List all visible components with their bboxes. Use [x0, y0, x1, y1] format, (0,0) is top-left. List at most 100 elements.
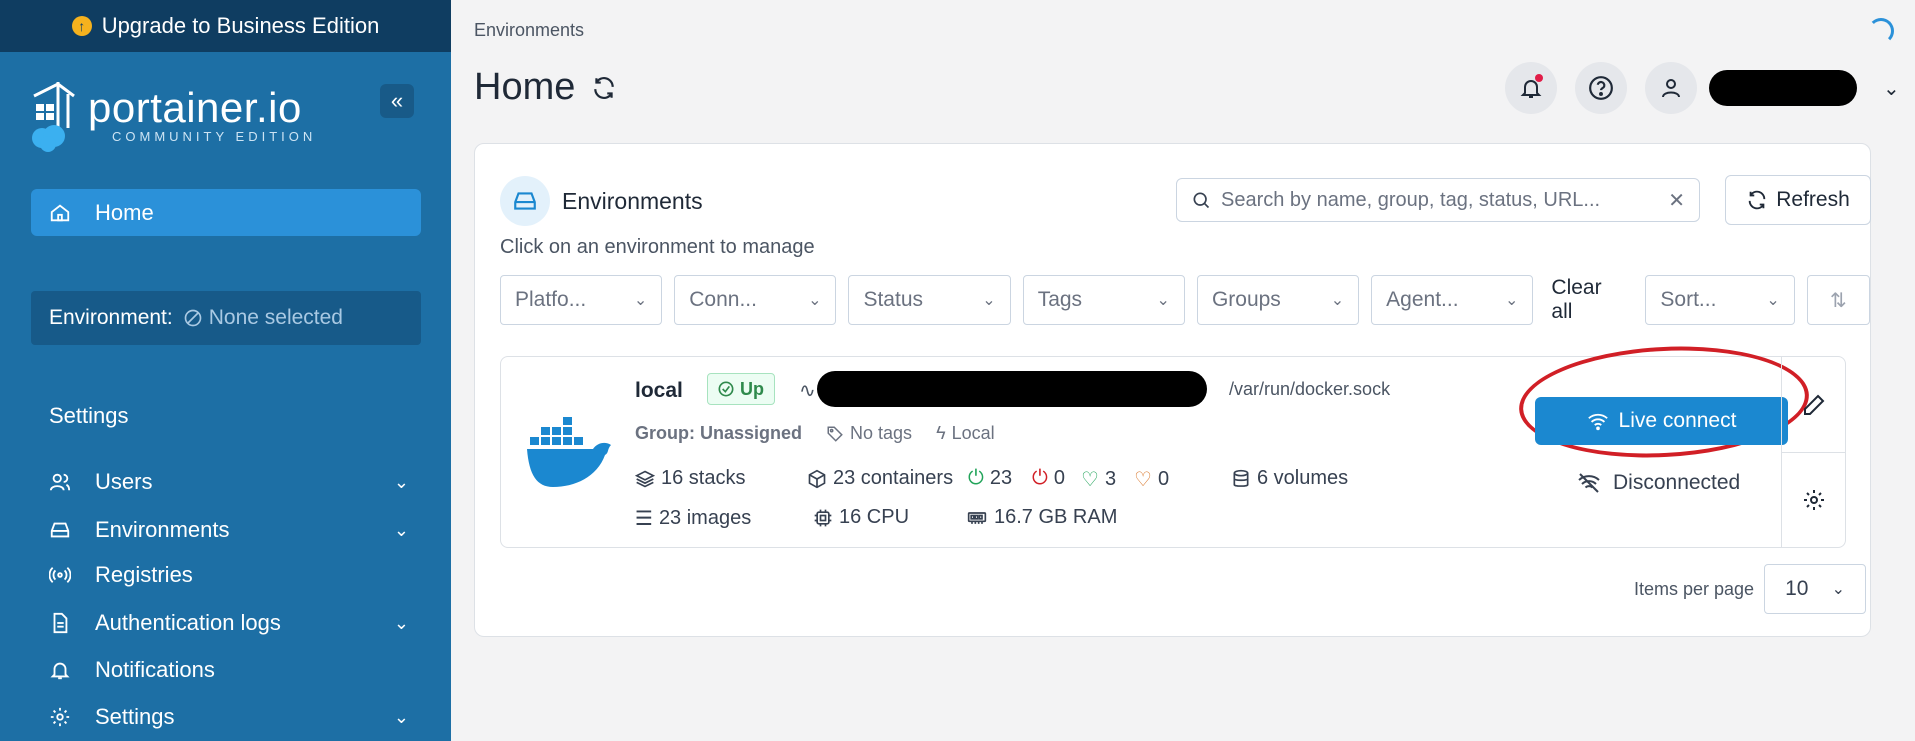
tags-filter[interactable]: Tags ⌄: [1022, 275, 1185, 325]
edit-environment-button[interactable]: [1782, 357, 1845, 452]
chevron-down-icon: ⌄: [808, 292, 822, 309]
collapse-sidebar-button[interactable]: «: [380, 84, 414, 118]
loading-spinner-icon: [1868, 18, 1894, 44]
sidebar-item-notifications[interactable]: Notifications: [49, 650, 409, 690]
search-placeholder: Search by name, group, tag, status, URL.…: [1221, 188, 1601, 211]
filter-label: Status: [863, 288, 924, 311]
layers-icon: [635, 470, 655, 487]
sidebar: ↑ Upgrade to Business Edition portainer.…: [0, 0, 451, 741]
environment-selector[interactable]: Environment: None selected: [31, 291, 421, 345]
agent-filter[interactable]: Agent... ⌄: [1371, 275, 1534, 325]
broadcast-icon: [49, 567, 71, 583]
sidebar-item-authentication-logs[interactable]: Authentication logs ⌄: [49, 603, 409, 643]
power-icon: ⏻: [968, 467, 984, 489]
bell-icon: [50, 662, 70, 680]
healthy-count: 3: [1104, 468, 1117, 490]
filter-label: Tags: [1037, 288, 1083, 311]
tags-info: No tags: [826, 423, 912, 444]
clear-search-icon[interactable]: ✕: [1668, 188, 1685, 213]
items-per-page-select[interactable]: 10 ⌄: [1764, 564, 1867, 614]
refresh-button[interactable]: Refresh: [1725, 175, 1871, 225]
sort-select[interactable]: Sort... ⌄: [1645, 275, 1795, 325]
environment-card[interactable]: local Up ∿ /var/run/docker.sock Group: U…: [500, 339, 1846, 548]
status-filter[interactable]: Status ⌄: [848, 275, 1011, 325]
status-badge: Up: [707, 373, 775, 405]
ban-icon: [184, 309, 202, 327]
chevron-down-icon[interactable]: ⌄: [394, 613, 409, 634]
help-circle-icon: [1589, 76, 1613, 100]
sort-direction-button[interactable]: ⇅: [1806, 275, 1871, 325]
sidebar-item-registries[interactable]: Registries: [49, 555, 409, 595]
chevron-down-icon: ⌄: [1156, 292, 1170, 309]
chevron-down-icon: ⌄: [1831, 581, 1846, 598]
platform-filter[interactable]: Platfo... ⌄: [500, 275, 663, 325]
sidebar-item-environments[interactable]: Environments ⌄: [49, 510, 409, 550]
sidebar-item-label: Registries: [95, 562, 193, 587]
page-title: Home: [474, 66, 617, 109]
notifications-button[interactable]: [1505, 62, 1557, 114]
portainer-logo[interactable]: portainer.io COMMUNITY EDITION: [28, 78, 316, 152]
sort-arrows-icon: ⇅: [1830, 289, 1847, 312]
stacks-count: 16 stacks: [661, 467, 746, 489]
refresh-label: Refresh: [1776, 188, 1850, 211]
double-chevron-left-icon: «: [390, 88, 404, 113]
live-connect-button[interactable]: Live connect: [1535, 397, 1788, 445]
users-icon: [49, 473, 71, 491]
stopped-count: 0: [1053, 467, 1065, 489]
page-title-text: Home: [474, 66, 576, 108]
status-text: Up: [740, 378, 764, 399]
connection-filter[interactable]: Conn... ⌄: [674, 275, 837, 325]
chevron-down-icon[interactable]: ⌄: [394, 707, 409, 728]
help-button[interactable]: [1575, 62, 1627, 114]
ram-stat: 16.7 GB RAM: [966, 506, 1117, 529]
breadcrumb[interactable]: Environments: [474, 20, 584, 41]
connection-status: Disconnected: [1577, 471, 1740, 495]
clear-all-button[interactable]: Clear all: [1551, 276, 1627, 324]
images-count: 23 images: [658, 507, 752, 529]
environment-settings-button[interactable]: [1782, 452, 1845, 547]
sidebar-item-home[interactable]: Home: [31, 189, 421, 236]
refresh-icon[interactable]: [591, 75, 617, 101]
groups-filter[interactable]: Groups ⌄: [1196, 275, 1360, 325]
sidebar-item-label: Users: [95, 469, 153, 494]
chevron-down-icon: ⌄: [633, 292, 648, 309]
chevron-down-icon: ⌄: [1330, 292, 1345, 309]
search-input[interactable]: Search by name, group, tag, status, URL.…: [1176, 178, 1700, 222]
running-count: 23: [989, 467, 1013, 489]
upgrade-banner[interactable]: ↑ Upgrade to Business Edition: [0, 0, 451, 52]
user-menu-button[interactable]: [1645, 62, 1697, 114]
environments-panel: Environments Click on an environment to …: [474, 143, 1871, 637]
chevron-down-icon: ⌄: [1505, 292, 1519, 309]
cpu-count: 16 CPU: [839, 506, 910, 528]
chevron-down-icon[interactable]: ⌄: [394, 520, 409, 541]
healthy-stat: ♡ 3: [1081, 467, 1116, 492]
unhealthy-stat: ♡ 0: [1134, 467, 1169, 492]
box-icon: [808, 469, 826, 488]
pencil-icon: [1803, 394, 1824, 415]
portainer-logo-icon: [32, 82, 75, 152]
environment-meta: Group: Unassigned No tags ϟ Local: [635, 423, 995, 444]
chevron-down-icon[interactable]: ⌄: [1883, 76, 1900, 101]
wifi-icon: [1587, 413, 1608, 431]
environment-value: None selected: [208, 306, 343, 329]
environment-name[interactable]: local: [635, 379, 683, 403]
socket-path: /var/run/docker.sock: [1229, 379, 1391, 399]
memory-icon: [967, 511, 987, 524]
filter-bar: Platfo... ⌄ Conn... ⌄ Status ⌄ Tags ⌄ Groups…: [500, 275, 1871, 325]
sidebar-item-label: Environments: [95, 517, 230, 542]
chevron-down-icon[interactable]: ⌄: [394, 472, 409, 493]
user-icon: [1662, 79, 1680, 98]
panel-title: Environments: [562, 187, 703, 214]
filter-label: Groups: [1211, 288, 1281, 311]
tags-text: No tags: [850, 423, 913, 443]
stacks-stat: 16 stacks: [635, 467, 745, 490]
redacted-username[interactable]: [1709, 70, 1857, 106]
sidebar-item-users[interactable]: Users ⌄: [49, 462, 409, 502]
settings-section-title: Settings: [49, 403, 129, 428]
search-icon: [1193, 192, 1210, 209]
sidebar-item-settings[interactable]: Settings ⌄: [49, 697, 409, 737]
stopped-stat: ⏻ 0: [1032, 467, 1065, 490]
filter-label: Conn...: [689, 288, 757, 311]
heartbeat-icon: ∿: [799, 380, 816, 402]
sidebar-item-label: Notifications: [95, 657, 215, 682]
